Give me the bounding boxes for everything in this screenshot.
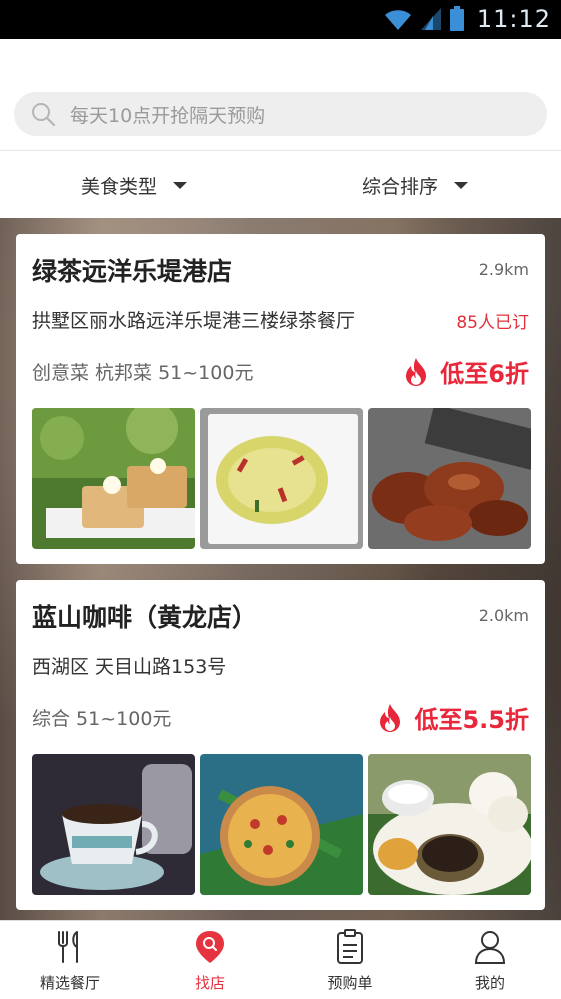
status-bar: 11:12 [0,0,561,39]
food-photo-toast-dessert[interactable] [32,408,195,549]
tab-mine[interactable]: 我的 [420,921,560,999]
tab-featured-restaurants[interactable]: 精选餐厅 [0,921,140,999]
restaurant-name: 蓝山咖啡（黄龙店） [32,603,258,632]
tab-label: 找店 [194,974,225,992]
status-icons: 11:12 [383,5,551,33]
tab-label: 精选餐厅 [39,974,100,992]
search-input[interactable]: 每天10点开抢隔天预购 [14,92,547,136]
restaurant-name: 绿茶远洋乐堤港店 [32,257,233,286]
fire-icon [380,703,401,732]
location-search-icon [196,931,224,963]
discount-text: 低至5.5折 [414,706,529,734]
food-photo-steamed-buns-set[interactable] [368,754,531,895]
restaurant-distance: 2.9km [478,260,529,279]
photo-row [32,408,531,549]
person-icon [474,931,506,964]
restaurant-address: 拱墅区丽水路远洋乐堤港三楼绿茶餐厅 [32,310,356,332]
food-photo-roast-chicken-wings[interactable] [368,408,531,549]
photo-row [32,754,531,895]
restaurant-address: 西湖区 天目山路153号 [32,656,227,678]
fork-knife-icon [58,931,78,963]
dropdown-arrow-icon [173,181,188,189]
food-photo-pizza[interactable] [200,754,363,895]
restaurant-list[interactable]: 绿茶远洋乐堤港店 2.9km 拱墅区丽水路远洋乐堤港三楼绿茶餐厅 85人已订 创… [0,218,561,920]
battery-icon [449,6,464,31]
search-placeholder: 每天10点开抢隔天预购 [70,104,266,127]
tab-pre-order[interactable]: 预购单 [280,921,420,999]
cellular-signal-icon [420,8,441,30]
discount-badge: 低至5.5折 [378,700,529,735]
clipboard-icon [337,929,363,964]
restaurant-card[interactable]: 绿茶远洋乐堤港店 2.9km 拱墅区丽水路远洋乐堤港三楼绿茶餐厅 85人已订 创… [16,234,545,564]
filter-food-type-label: 美食类型 [81,175,158,198]
dropdown-arrow-icon [454,181,469,189]
wifi-icon [384,10,411,30]
search-icon [32,103,56,127]
filter-food-type[interactable]: 美食类型 [81,151,188,219]
restaurant-tags: 创意菜 杭邦菜 51~100元 [32,362,254,384]
discount-badge: 低至6折 [404,354,529,389]
discount-text: 低至6折 [440,360,529,388]
tab-label: 预购单 [327,974,373,992]
restaurant-card[interactable]: 蓝山咖啡（黄龙店） 2.0km 西湖区 天目山路153号 综合 51~100元 … [16,580,545,910]
tab-label: 我的 [474,974,505,992]
restaurant-distance: 2.0km [478,606,529,625]
filter-sort-label: 综合排序 [362,175,439,198]
restaurant-tags: 综合 51~100元 [32,708,172,730]
status-time: 11:12 [476,5,551,33]
tab-find-store[interactable]: 找店 [140,921,280,999]
filter-sort[interactable]: 综合排序 [362,151,469,219]
booked-count: 85人已订 [456,313,529,333]
fire-icon [406,357,427,386]
food-photo-shredded-potato[interactable] [200,408,363,549]
bottom-tab-bar: 精选餐厅 找店 预购单 我的 [0,920,561,999]
filter-bar: 美食类型 综合排序 [0,150,561,218]
food-photo-coffee-cup[interactable] [32,754,195,895]
